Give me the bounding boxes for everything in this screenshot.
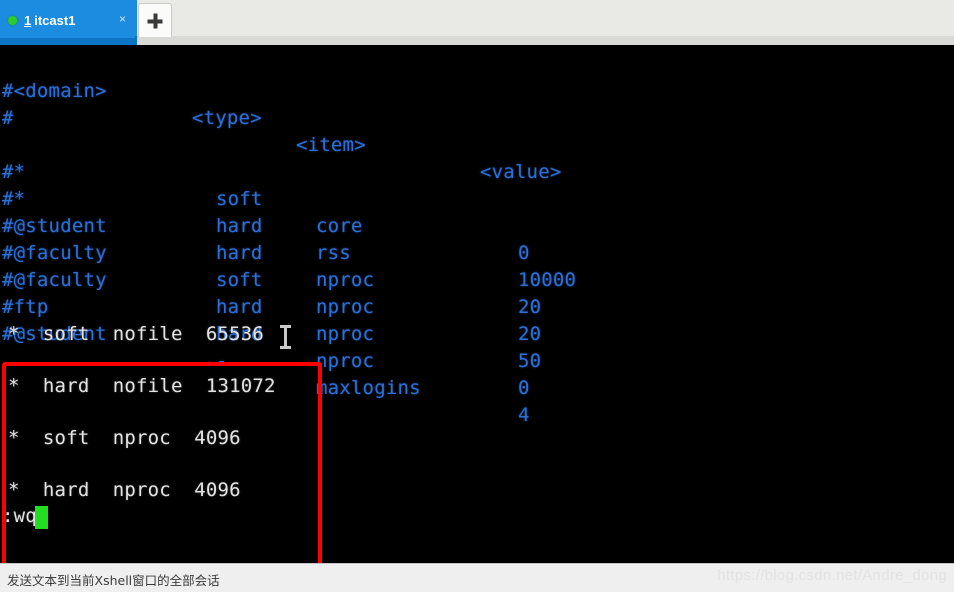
tab-title-label: itcast1 xyxy=(34,12,76,28)
row-value: 50 xyxy=(518,350,542,372)
commented-limit-row: #@student hard nproc 20 xyxy=(0,186,541,318)
session-connected-dot-icon xyxy=(8,15,17,25)
commented-limit-row: #* soft core 0 xyxy=(0,132,529,264)
comment-hash: # xyxy=(2,107,14,129)
row-type: hard xyxy=(216,296,263,318)
row-value: 20 xyxy=(518,296,542,318)
commented-limit-row: #@faculty soft nproc 20 xyxy=(0,213,541,345)
row-type: soft xyxy=(216,269,263,291)
watermark-text: https://blog.csdn.net/Andre_dong xyxy=(717,567,947,584)
row-value: 0 xyxy=(518,377,530,399)
row-value: 20 xyxy=(518,323,542,345)
plus-icon xyxy=(147,13,163,28)
tab-itcast1[interactable]: 1 itcast1 × xyxy=(0,2,135,38)
row-item: nproc xyxy=(316,323,375,345)
row-value: 4 xyxy=(518,404,530,426)
status-bar: 发送文本到当前Xshell窗口的全部会话 https://blog.csdn.n… xyxy=(0,563,954,592)
xshell-window: 1 itcast1 × #<domain> <type> <item> <val… xyxy=(0,0,954,592)
header-item-label: <item> xyxy=(296,134,366,156)
row-type: hard xyxy=(216,242,263,264)
row-type: soft xyxy=(216,188,263,210)
terminal-pane[interactable]: #<domain> <type> <item> <value> # #* sof… xyxy=(0,45,954,563)
row-item: nproc xyxy=(316,269,375,291)
new-tab-button[interactable] xyxy=(138,3,172,37)
row-item: core xyxy=(316,215,363,237)
header-value-label: <value> xyxy=(480,161,562,183)
row-value: 10000 xyxy=(518,269,577,291)
close-icon[interactable]: × xyxy=(119,13,126,25)
row-type: - xyxy=(216,350,228,372)
commented-limit-row: #ftp hard nproc 0 xyxy=(0,267,529,399)
commented-limit-row: #@faculty hard nproc 50 xyxy=(0,240,541,372)
tab-bar-underline-inactive xyxy=(137,36,954,45)
mouse-ibeam-cursor xyxy=(280,325,291,349)
row-item: maxlogins xyxy=(316,377,421,399)
active-limit-line: * soft nproc 4096 xyxy=(8,427,241,449)
vim-block-cursor xyxy=(35,506,48,529)
row-item: nproc xyxy=(316,350,375,372)
commented-limit-row: #* hard rss 10000 xyxy=(0,159,576,291)
row-item: rss xyxy=(316,242,351,264)
header-type-label: <type> xyxy=(192,107,262,129)
active-limit-line: * soft nofile 65536 xyxy=(8,323,265,345)
comment-separator-line: # xyxy=(0,78,93,129)
row-value: 0 xyxy=(518,242,530,264)
row-type: hard xyxy=(216,215,263,237)
active-limit-line: * hard nofile 131072 xyxy=(8,375,276,397)
tab-bar: 1 itcast1 × xyxy=(0,0,954,45)
commented-limit-row: #@student - maxlogins 4 xyxy=(0,294,529,426)
tab-index-label: 1 xyxy=(24,12,32,28)
row-item: nproc xyxy=(316,296,375,318)
vim-editor-buffer[interactable]: #<domain> <type> <item> <value> # #* sof… xyxy=(0,45,954,563)
vim-command-line: :wq xyxy=(2,505,37,527)
active-limit-line: * hard nproc 4096 xyxy=(8,479,241,501)
status-message: 发送文本到当前Xshell窗口的全部会话 xyxy=(7,573,220,588)
limits-header-row: #<domain> <type> <item> <value> xyxy=(0,51,561,183)
